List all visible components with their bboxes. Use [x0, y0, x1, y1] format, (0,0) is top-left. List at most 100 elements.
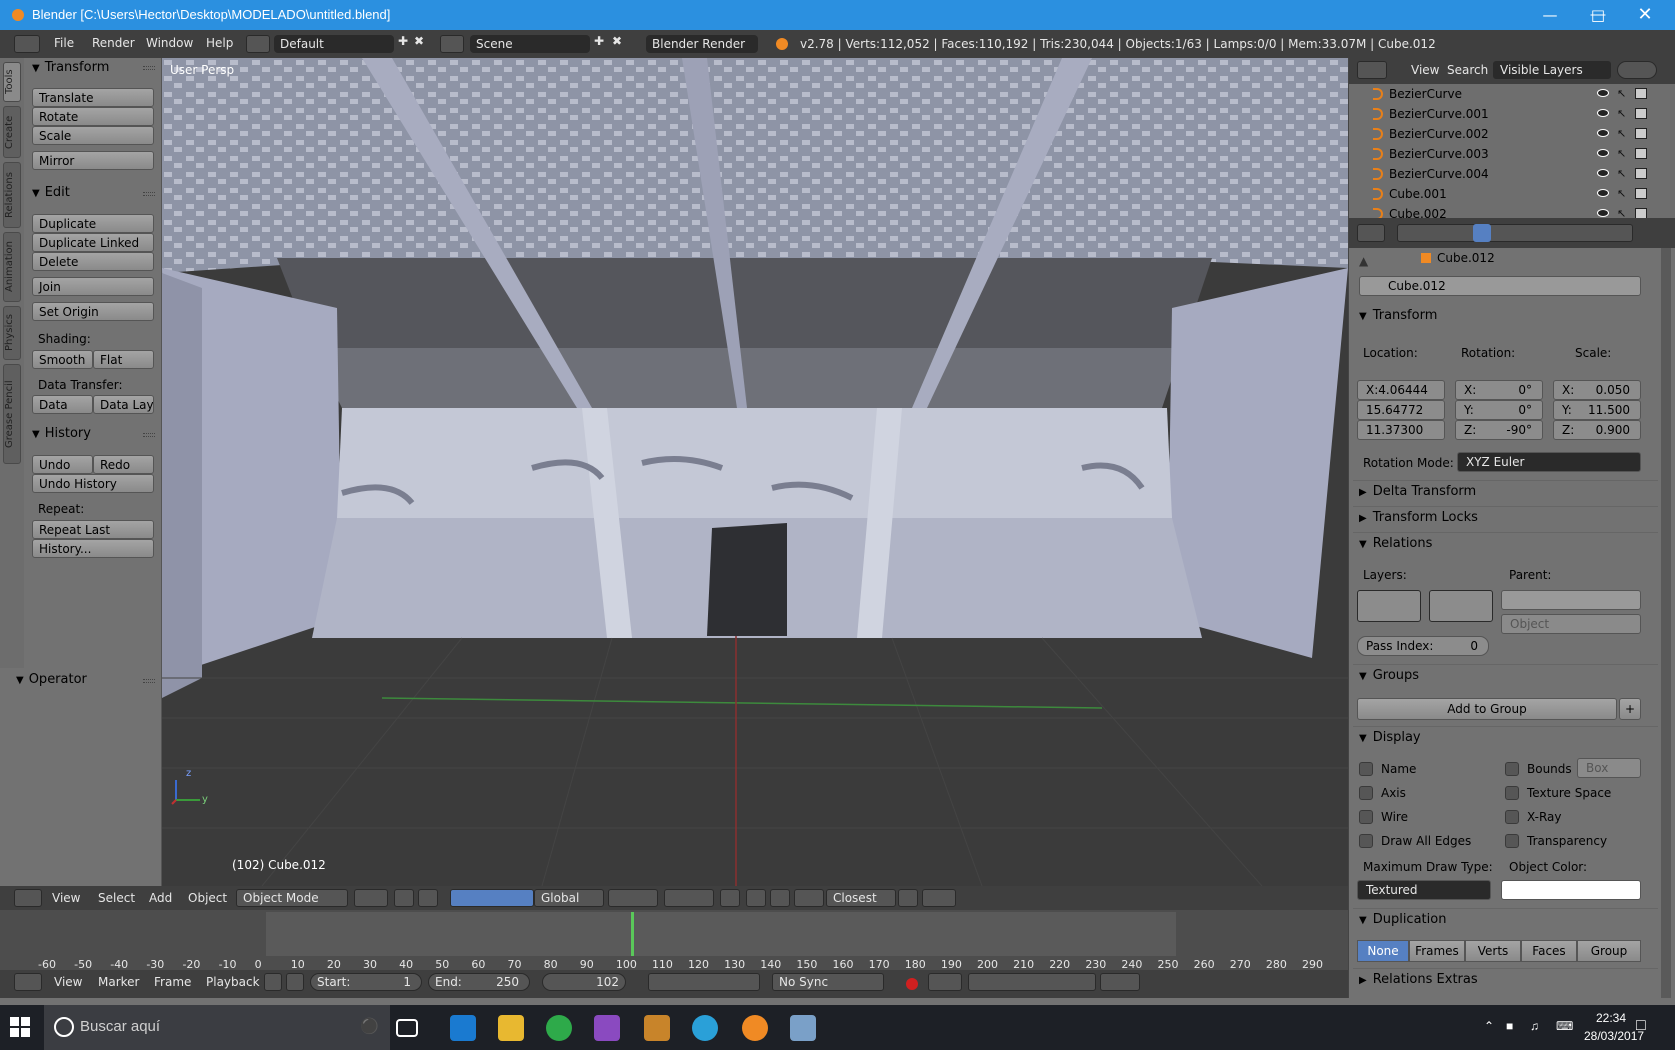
- object-color-swatch[interactable]: [1501, 880, 1641, 900]
- mode-select[interactable]: Object Mode: [236, 889, 348, 907]
- tab-grease-pencil[interactable]: Grease Pencil: [3, 364, 21, 464]
- blender-taskbar-icon[interactable]: [742, 1015, 768, 1041]
- layers-icon[interactable]: [608, 889, 658, 907]
- edit-panel-title[interactable]: ▼ Edit: [32, 185, 70, 200]
- groups-panel-title[interactable]: ▼ Groups: [1359, 668, 1419, 683]
- scale-z-field[interactable]: Z: 0.900: [1553, 420, 1641, 440]
- draw-all-edges-checkbox[interactable]: [1359, 834, 1373, 848]
- dup-none-button[interactable]: None: [1357, 940, 1409, 962]
- undo-button[interactable]: Undo: [32, 455, 93, 474]
- manipulator-icon[interactable]: [418, 889, 438, 907]
- microphone-icon[interactable]: ⚫: [360, 1017, 379, 1035]
- scrollbar[interactable]: [1661, 248, 1671, 998]
- clock-time[interactable]: 22:34: [1596, 1011, 1626, 1025]
- current-frame-field[interactable]: 102: [542, 973, 626, 991]
- keying-set-field[interactable]: [968, 973, 1096, 991]
- editor-type-icon[interactable]: [14, 35, 40, 53]
- end-frame-field[interactable]: End: 250: [428, 973, 530, 991]
- scale-y-field[interactable]: Y: 11.500: [1553, 400, 1641, 420]
- search-icon[interactable]: [1617, 61, 1657, 79]
- duplication-panel-title[interactable]: ▼ Duplication: [1359, 912, 1446, 927]
- rotation-y-field[interactable]: Y: 0°: [1455, 400, 1543, 420]
- transparency-checkbox[interactable]: [1505, 834, 1519, 848]
- redo-button[interactable]: Redo: [93, 455, 154, 474]
- eye-icon[interactable]: [1597, 89, 1609, 97]
- eye-icon[interactable]: [1597, 129, 1609, 137]
- location-y-field[interactable]: 15.64772: [1357, 400, 1445, 420]
- tab-relations[interactable]: Relations: [3, 162, 21, 228]
- remove-layout-icon[interactable]: ✖: [414, 34, 424, 48]
- rotate-button[interactable]: Rotate: [32, 107, 154, 126]
- cursor-arrow-icon[interactable]: ↖: [1617, 127, 1626, 140]
- rotation-mode-select[interactable]: XYZ Euler: [1457, 452, 1641, 472]
- duplicate-linked-button[interactable]: Duplicate Linked: [32, 233, 154, 252]
- telegram-icon[interactable]: [692, 1015, 718, 1041]
- menu-render[interactable]: Render: [92, 36, 135, 50]
- add-layout-icon[interactable]: ✚: [398, 34, 408, 48]
- menu-view[interactable]: View: [52, 891, 80, 905]
- data-button[interactable]: Data: [32, 395, 93, 414]
- layers-grid-2[interactable]: [1429, 590, 1493, 622]
- layout-field[interactable]: Default: [274, 35, 394, 53]
- cursor-arrow-icon[interactable]: ↖: [1617, 187, 1626, 200]
- render-engine-select[interactable]: Blender Render: [646, 35, 758, 53]
- transform-locks-panel-title[interactable]: ▶ Transform Locks: [1359, 510, 1478, 525]
- object-tab-icon[interactable]: [1473, 224, 1491, 242]
- menu-playback[interactable]: Playback: [206, 975, 260, 989]
- smooth-button[interactable]: Smooth: [32, 350, 93, 369]
- volume-icon[interactable]: ♫: [1530, 1019, 1539, 1033]
- chrome-icon[interactable]: [546, 1015, 572, 1041]
- dup-frames-button[interactable]: Frames: [1409, 940, 1465, 962]
- relations-panel-title[interactable]: ▼ Relations: [1359, 536, 1432, 551]
- eye-icon[interactable]: [1597, 209, 1609, 217]
- sync-select[interactable]: No Sync: [772, 973, 884, 991]
- eye-icon[interactable]: [1597, 149, 1609, 157]
- tab-create[interactable]: Create: [3, 106, 21, 158]
- rotation-z-field[interactable]: Z: -90°: [1455, 420, 1543, 440]
- name-checkbox[interactable]: [1359, 762, 1373, 776]
- menu-select[interactable]: Select: [98, 891, 135, 905]
- editor-type-icon[interactable]: [14, 973, 42, 991]
- undo-history-button[interactable]: Undo History: [32, 474, 154, 493]
- tab-physics[interactable]: Physics: [3, 306, 21, 360]
- duplicate-button[interactable]: Duplicate: [32, 214, 154, 233]
- set-origin-select[interactable]: Set Origin: [32, 302, 154, 321]
- pivot-icon[interactable]: [394, 889, 414, 907]
- start-frame-field[interactable]: Start: 1: [310, 973, 422, 991]
- camera-icon[interactable]: [1635, 168, 1647, 179]
- 3d-viewport[interactable]: User Persp z y (102) Cube.012: [162, 58, 1348, 886]
- camera-icon[interactable]: [1635, 148, 1647, 159]
- snap-target-select[interactable]: Closest: [826, 889, 896, 907]
- drag-grip-icon[interactable]: [143, 192, 155, 196]
- parent-field[interactable]: [1501, 590, 1641, 610]
- drag-grip-icon[interactable]: [143, 66, 155, 70]
- history-panel-title[interactable]: ▼ History: [32, 426, 91, 441]
- menu-marker[interactable]: Marker: [98, 975, 139, 989]
- cursor-arrow-icon[interactable]: ↖: [1617, 167, 1626, 180]
- data-layout-button[interactable]: Data Layo: [93, 395, 154, 414]
- delta-transform-panel-title[interactable]: ▶ Delta Transform: [1359, 484, 1476, 499]
- playback-controls-icon[interactable]: [648, 973, 760, 991]
- repeat-last-button[interactable]: Repeat Last: [32, 520, 154, 539]
- lock-icon[interactable]: [720, 889, 740, 907]
- task-view-icon[interactable]: [396, 1019, 418, 1037]
- menu-view[interactable]: View: [1411, 63, 1439, 77]
- sublime-icon[interactable]: [644, 1015, 670, 1041]
- axis-checkbox[interactable]: [1359, 786, 1373, 800]
- keyboard-icon[interactable]: ⌨: [1556, 1019, 1573, 1033]
- insert-keyframe-icons[interactable]: [1100, 973, 1140, 991]
- current-frame-marker[interactable]: [631, 912, 635, 956]
- edge-icon[interactable]: [450, 1015, 476, 1041]
- flat-button[interactable]: Flat: [93, 350, 154, 369]
- drag-grip-icon[interactable]: [143, 679, 155, 683]
- location-x-field[interactable]: X:4.06444: [1357, 380, 1445, 400]
- eye-icon[interactable]: [1597, 189, 1609, 197]
- scene-field[interactable]: Scene: [470, 35, 590, 53]
- transform-manipulator-icons[interactable]: [450, 889, 534, 907]
- camera-icon[interactable]: [1635, 108, 1647, 119]
- orientation-select[interactable]: Global: [534, 889, 604, 907]
- add-scene-icon[interactable]: ✚: [594, 34, 604, 48]
- lock-icon[interactable]: [286, 973, 304, 991]
- cursor-arrow-icon[interactable]: ↖: [1617, 147, 1626, 160]
- relations-extras-panel-title[interactable]: ▶ Relations Extras: [1359, 972, 1478, 987]
